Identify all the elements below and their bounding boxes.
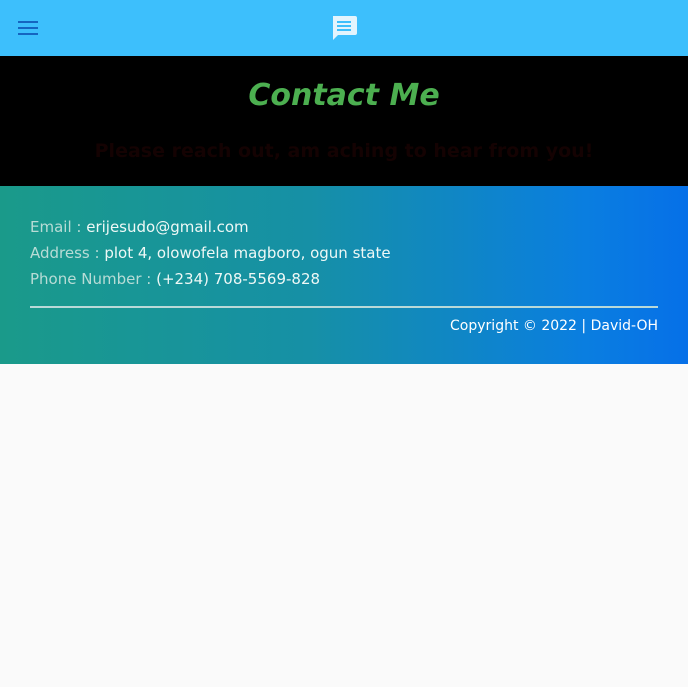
copyright-text: Copyright © 2022 | David-OH [450,318,658,334]
email-value: erijesudo@gmail.com [86,218,249,236]
menu-button[interactable] [14,14,42,42]
contact-hero: Contact Me Please reach out, am aching t… [0,56,688,186]
phone-line: Phone Number : (+234) 708-5569-828 [30,269,320,289]
page-subtitle: Please reach out, am aching to hear from… [94,140,594,162]
address-value: plot 4, olowofela magboro, ogun state [104,244,391,262]
top-app-bar [0,0,688,56]
hamburger-menu-icon [18,21,38,35]
address-label: Address : [30,244,105,262]
address-line: Address : plot 4, olowofela magboro, ogu… [30,243,391,263]
phone-value: (+234) 708-5569-828 [156,270,321,288]
chat-message-icon[interactable] [330,14,358,42]
page-title: Contact Me [248,78,440,113]
contact-footer: Email : erijesudo@gmail.com Address : pl… [0,186,688,364]
email-label: Email : [30,218,87,236]
phone-label: Phone Number : [30,270,157,288]
footer-divider [30,306,658,308]
email-line: Email : erijesudo@gmail.com [30,217,249,237]
